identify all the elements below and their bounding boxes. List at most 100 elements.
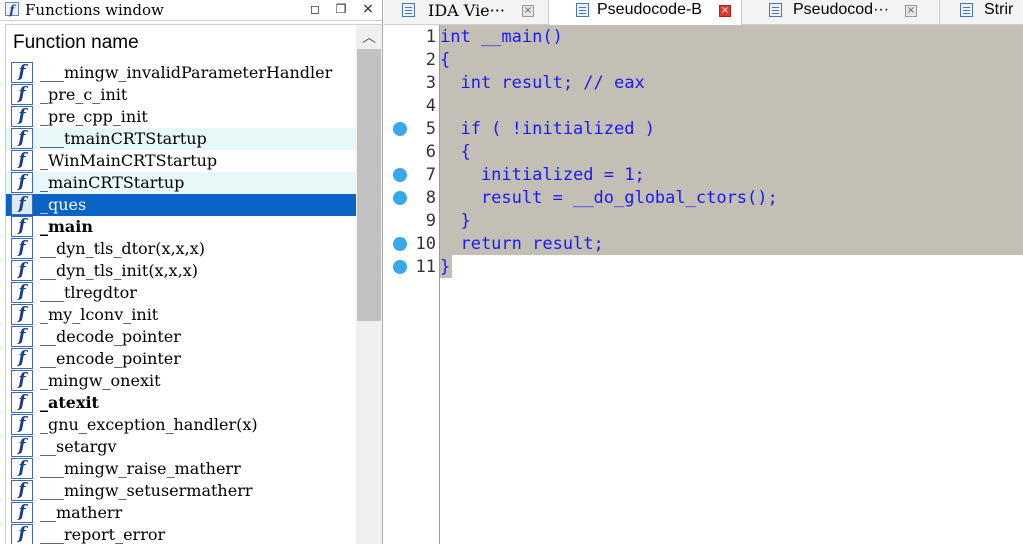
- function-icon: f: [11, 370, 33, 391]
- vertical-scrollbar[interactable]: ︿: [356, 25, 382, 544]
- breakpoint-icon[interactable]: [393, 237, 407, 251]
- function-row[interactable]: f ___mingw_invalidParameterHandler: [6, 62, 356, 84]
- function-icon: f: [11, 458, 33, 479]
- code-text: if ( !initialized ): [440, 119, 655, 139]
- function-row[interactable]: f _main: [6, 216, 356, 238]
- tab-label: IDA Vie···: [428, 1, 505, 20]
- code-text: }: [440, 257, 451, 277]
- code-line[interactable]: initialized = 1;: [440, 164, 1023, 187]
- function-row[interactable]: f ___mingw_setusermatherr: [6, 480, 356, 502]
- function-name: _mainCRTStartup: [40, 173, 185, 192]
- code-line[interactable]: if ( !initialized ): [440, 118, 1023, 141]
- functions-list[interactable]: Function name f ___mingw_invalidParameter…: [5, 24, 382, 544]
- code-text: int __main(): [440, 27, 563, 47]
- function-row[interactable]: f ___mingw_raise_matherr: [6, 458, 356, 480]
- line-number: 9: [425, 211, 436, 231]
- function-name: ___mingw_setusermatherr: [40, 481, 253, 500]
- close-icon[interactable]: ×: [719, 5, 731, 17]
- tab-pseudocode-b[interactable]: Pseudocode-B ×: [549, 0, 742, 25]
- document-icon: [402, 3, 415, 17]
- function-rows: f ___mingw_invalidParameterHandler f _pre_c…: [6, 62, 356, 544]
- tab-label: Pseudocod···: [793, 1, 890, 18]
- function-row[interactable]: f __setargv: [6, 436, 356, 458]
- function-name: _WinMainCRTStartup: [40, 151, 218, 170]
- function-name: __setargv: [40, 437, 117, 456]
- line-number-gutter[interactable]: 1 2 3 4 5 6 7 8 9 10 11: [384, 25, 440, 544]
- column-header-label: Function name: [13, 32, 139, 53]
- function-row[interactable]: f _gnu_exception_handler(x): [6, 414, 356, 436]
- code-line[interactable]: [440, 95, 1023, 118]
- function-row[interactable]: f ___tmainCRTStartup: [6, 128, 356, 150]
- function-icon: f: [5, 2, 19, 17]
- function-icon: f: [11, 216, 33, 237]
- function-row[interactable]: f __dyn_tls_init(x,x,x): [6, 260, 356, 282]
- function-row[interactable]: f _ques: [6, 194, 356, 216]
- function-name: __matherr: [40, 503, 123, 522]
- function-name-column-header[interactable]: Function name: [6, 25, 356, 59]
- function-row[interactable]: f __encode_pointer: [6, 348, 356, 370]
- function-row[interactable]: f _mingw_onexit: [6, 370, 356, 392]
- scrollbar-thumb[interactable]: [357, 49, 381, 321]
- breakpoint-icon[interactable]: [393, 122, 407, 136]
- close-icon[interactable]: ×: [522, 5, 534, 17]
- function-row[interactable]: f _WinMainCRTStartup: [6, 150, 356, 172]
- function-row[interactable]: f _mainCRTStartup: [6, 172, 356, 194]
- function-row[interactable]: f ___report_error: [6, 524, 356, 544]
- functions-window-titlebar[interactable]: f Functions window ◻ ❐ ×: [0, 0, 382, 21]
- function-icon: f: [11, 194, 33, 215]
- function-icon: f: [11, 106, 33, 127]
- pseudocode-editor[interactable]: 1 2 3 4 5 6 7 8 9 10 11 int __main(){ int result; …: [384, 25, 1023, 544]
- code-text: result = __do_global_ctors();: [440, 188, 778, 208]
- restore-icon[interactable]: ❐: [333, 1, 349, 17]
- function-name: _atexit: [40, 393, 99, 412]
- function-name: _pre_c_init: [40, 85, 128, 104]
- function-row[interactable]: f __matherr: [6, 502, 356, 524]
- code-line[interactable]: int result; // eax: [440, 72, 1023, 95]
- function-name: __encode_pointer: [40, 349, 181, 368]
- function-name: __dyn_tls_dtor(x,x,x): [40, 239, 206, 258]
- code-line[interactable]: result = __do_global_ctors();: [440, 187, 1023, 210]
- code-line[interactable]: int __main(): [440, 26, 1023, 49]
- code-line[interactable]: {: [440, 49, 1023, 72]
- code-text: int result; // eax: [440, 73, 645, 93]
- breakpoint-icon[interactable]: [393, 168, 407, 182]
- strings-icon: [960, 3, 973, 17]
- breakpoint-icon[interactable]: [393, 191, 407, 205]
- function-icon: f: [11, 436, 33, 457]
- chevron-up-icon[interactable]: ︿: [360, 29, 378, 47]
- tab-bar: IDA Vie··· × Pseudocode-B × Pseudocod···…: [384, 0, 1023, 25]
- function-row[interactable]: f _my_lconv_init: [6, 304, 356, 326]
- code-text: {: [440, 50, 451, 70]
- code-line[interactable]: }: [440, 256, 1023, 279]
- tab-ida-view[interactable]: IDA Vie··· ×: [384, 0, 549, 24]
- code-line[interactable]: }: [440, 210, 1023, 233]
- close-icon[interactable]: ×: [360, 1, 376, 17]
- function-row[interactable]: f ___tlregdtor: [6, 282, 356, 304]
- function-icon: f: [11, 326, 33, 347]
- function-name: __decode_pointer: [40, 327, 181, 346]
- close-icon[interactable]: ×: [905, 5, 917, 17]
- tab-pseudocode-other[interactable]: Pseudocod··· ×: [742, 0, 940, 24]
- line-number: 1: [425, 27, 436, 47]
- function-icon: f: [11, 392, 33, 413]
- function-icon: f: [11, 128, 33, 149]
- code-line[interactable]: {: [440, 141, 1023, 164]
- function-name: ___mingw_raise_matherr: [40, 459, 241, 478]
- code-area[interactable]: int __main() { int result; // eax if ( !i…: [440, 25, 1023, 544]
- document-icon: [769, 3, 782, 17]
- function-name: ___mingw_invalidParameterHandler: [40, 63, 333, 82]
- function-row[interactable]: f __dyn_tls_dtor(x,x,x): [6, 238, 356, 260]
- function-icon: f: [11, 282, 33, 303]
- breakpoint-icon[interactable]: [393, 260, 407, 274]
- code-text: }: [440, 211, 471, 231]
- function-row[interactable]: f _pre_cpp_init: [6, 106, 356, 128]
- function-row[interactable]: f __decode_pointer: [6, 326, 356, 348]
- function-name: _ques: [40, 195, 87, 214]
- function-row[interactable]: f _pre_c_init: [6, 84, 356, 106]
- function-name: ___tmainCRTStartup: [40, 129, 207, 148]
- maximize-icon[interactable]: ◻: [307, 1, 323, 17]
- function-row[interactable]: f _atexit: [6, 392, 356, 414]
- tab-strings[interactable]: Strir: [940, 0, 1023, 24]
- function-icon: f: [11, 84, 33, 105]
- code-line[interactable]: return result;: [440, 233, 1023, 256]
